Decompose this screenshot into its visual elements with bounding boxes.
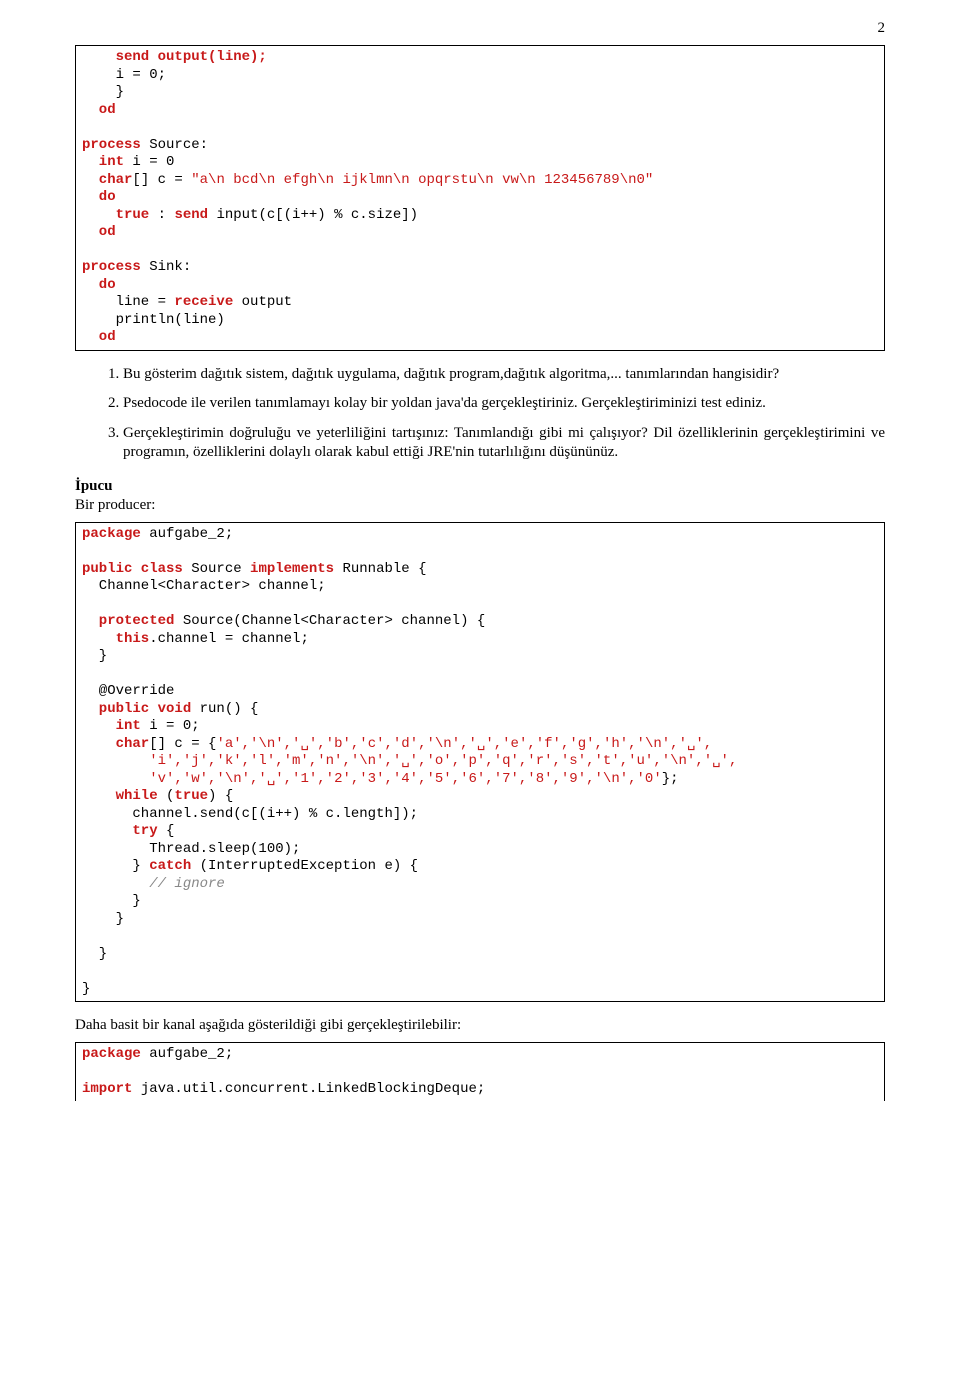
code-text: true <box>82 207 149 223</box>
code-text: od <box>82 329 116 345</box>
code-text: channel.send(c[(i++) % c.length]); <box>82 806 418 822</box>
code-text: : <box>149 207 174 223</box>
code-text: package <box>82 1046 141 1062</box>
code-text: } <box>82 84 124 100</box>
code-text: aufgabe_2; <box>141 1046 233 1062</box>
code-3: package aufgabe_2; import java.util.conc… <box>82 1046 878 1099</box>
code-text: (InterruptedException e) { <box>191 858 418 874</box>
code-text: 'v','w','\n','␣','1','2','3','4','5','6'… <box>82 771 662 787</box>
code-text: output <box>233 294 292 310</box>
code-text: implements <box>250 561 334 577</box>
code-text: send output(line); <box>82 49 267 65</box>
code-text: "a\n bcd\n efgh\n ijklmn\n opqrstu\n vw\… <box>191 172 653 188</box>
code-text: i = 0; <box>82 67 166 83</box>
code-text: Sink: <box>141 259 191 275</box>
code-text: .channel = channel; <box>149 631 309 647</box>
code-text: Channel<Character> channel; <box>82 578 326 594</box>
code-text: od <box>82 102 116 118</box>
code-text: run() { <box>191 701 258 717</box>
questions-list: Bu gösterim dağıtık sistem, dağıtık uygu… <box>75 365 885 463</box>
code-2: package aufgabe_2; public class Source i… <box>82 526 878 999</box>
code-box-1: send output(line); i = 0; } od process S… <box>75 45 885 351</box>
code-text: public class <box>82 561 183 577</box>
code-text <box>82 876 149 892</box>
code-box-3: package aufgabe_2; import java.util.conc… <box>75 1042 885 1102</box>
code-text: od <box>82 224 116 240</box>
code-text: } <box>82 648 107 664</box>
code-text: Thread.sleep(100); <box>82 841 300 857</box>
code-text: } <box>82 946 107 962</box>
code-text: do <box>82 189 116 205</box>
code-text: Source(Channel<Character> channel) { <box>174 613 485 629</box>
code-text: send <box>174 207 208 223</box>
code-text: process <box>82 137 141 153</box>
after-text: Daha basit bir kanal aşağıda gösterildiğ… <box>75 1016 885 1036</box>
code-box-2: package aufgabe_2; public class Source i… <box>75 522 885 1003</box>
code-text: import <box>82 1081 132 1097</box>
code-text: do <box>82 277 116 293</box>
code-text: } <box>82 893 141 909</box>
code-text: [] c = <box>132 172 191 188</box>
hint-heading: İpucu <box>75 477 885 497</box>
code-text: public void <box>82 701 191 717</box>
code-text: process <box>82 259 141 275</box>
code-text: int <box>82 154 124 170</box>
code-text: @Override <box>82 683 174 699</box>
code-text: // ignore <box>149 876 225 892</box>
code-text: ( <box>158 788 175 804</box>
code-text: Source: <box>141 137 208 153</box>
code-text: int <box>82 718 141 734</box>
code-text: char <box>82 736 149 752</box>
code-text: } <box>82 981 90 997</box>
code-text: java.util.concurrent.LinkedBlockingDeque… <box>132 1081 485 1097</box>
code-text: Runnable { <box>334 561 426 577</box>
page-number: 2 <box>75 20 885 37</box>
code-text: true <box>174 788 208 804</box>
code-text: { <box>158 823 175 839</box>
code-text: protected <box>82 613 174 629</box>
code-text: Source <box>183 561 250 577</box>
code-text: ) { <box>208 788 233 804</box>
code-text: this <box>82 631 149 647</box>
code-text: }; <box>662 771 679 787</box>
code-text: line = <box>82 294 174 310</box>
code-text: catch <box>149 858 191 874</box>
code-text: receive <box>174 294 233 310</box>
code-text: } <box>82 858 149 874</box>
code-text: aufgabe_2; <box>141 526 233 542</box>
code-1: send output(line); i = 0; } od process S… <box>82 49 878 347</box>
page: 2 send output(line); i = 0; } od process… <box>0 0 960 1141</box>
code-text: char <box>82 172 132 188</box>
producer-label: Bir producer: <box>75 496 885 516</box>
code-text: package <box>82 526 141 542</box>
code-text: input(c[(i++) % c.size]) <box>208 207 418 223</box>
code-text: while <box>82 788 158 804</box>
code-text: 'a','\n','␣','b','c','d','\n','␣','e','f… <box>216 736 712 752</box>
code-text: i = 0 <box>124 154 174 170</box>
code-text: println(line) <box>82 312 225 328</box>
question-3: Gerçekleştirimin doğruluğu ve yeterliliğ… <box>123 424 885 463</box>
question-1: Bu gösterim dağıtık sistem, dağıtık uygu… <box>123 365 885 385</box>
code-text: i = 0; <box>141 718 200 734</box>
question-2: Psedocode ile verilen tanımlamayı kolay … <box>123 394 885 414</box>
code-text: [] c = { <box>149 736 216 752</box>
code-text: 'i','j','k','l','m','n','\n','␣','o','p'… <box>82 753 737 769</box>
code-text: try <box>82 823 158 839</box>
code-text: } <box>82 911 124 927</box>
